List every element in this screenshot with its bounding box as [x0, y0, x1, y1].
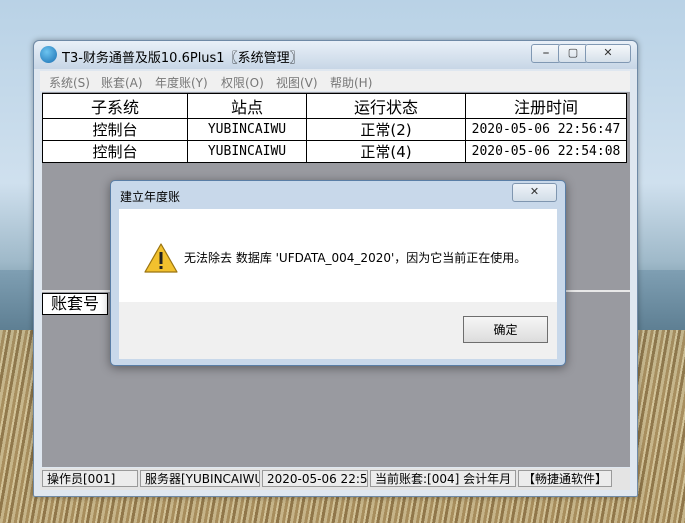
- column-header-subsystem: 子系统: [42, 93, 188, 119]
- status-bar: 操作员[001] 服务器[YUBINCAIWU] 2020-05-06 22:5…: [40, 468, 630, 490]
- status-datetime: 2020-05-06 22:58: [262, 470, 368, 487]
- cell-status: 正常(4): [306, 140, 466, 163]
- dialog-title: 建立年度账: [120, 190, 181, 204]
- title-bar[interactable]: T3-财务通普及版10.6Plus1〖系统管理〗 ⎯ ▢ ✕: [34, 41, 637, 69]
- column-header-site: 站点: [187, 93, 307, 119]
- dialog-close-button[interactable]: ✕: [512, 183, 557, 202]
- dialog-footer: 确定: [119, 302, 557, 359]
- menu-view[interactable]: 视图(V): [276, 74, 318, 91]
- table-row[interactable]: 控制台 YUBINCAIWU 正常(4) 2020-05-06 22:54:08: [42, 140, 627, 163]
- status-operator: 操作员[001]: [42, 470, 138, 487]
- menu-system[interactable]: 系统(S): [49, 74, 90, 91]
- cell-site: YUBINCAIWU: [187, 140, 307, 163]
- table-header-row: 子系统 站点 运行状态 注册时间: [42, 93, 627, 119]
- cell-subsystem: 控制台: [42, 140, 188, 163]
- status-current-account: 当前账套:[004] 会计年月: [370, 470, 516, 487]
- cell-subsystem: 控制台: [42, 118, 188, 141]
- account-number-header: 账套号: [42, 293, 108, 315]
- cell-status: 正常(2): [306, 118, 466, 141]
- dialog-body: 无法除去 数据库 'UFDATA_004_2020'，因为它当前正在使用。 确定: [119, 209, 557, 359]
- status-brand: 【畅捷通软件】: [518, 470, 612, 487]
- close-button[interactable]: ✕: [585, 44, 631, 63]
- menu-account[interactable]: 账套(A): [101, 74, 143, 91]
- maximize-button[interactable]: ▢: [558, 44, 588, 63]
- menu-permission[interactable]: 权限(O): [221, 74, 264, 91]
- menu-year-account[interactable]: 年度账(Y): [155, 74, 208, 91]
- error-dialog: 建立年度账 ✕ 无法除去 数据库 'UFDATA_004_2020'，因为它当前…: [110, 180, 566, 366]
- status-server: 服务器[YUBINCAIWU]: [140, 470, 260, 487]
- cell-site: YUBINCAIWU: [187, 118, 307, 141]
- column-header-register-time: 注册时间: [465, 93, 627, 119]
- table-row[interactable]: 控制台 YUBINCAIWU 正常(2) 2020-05-06 22:56:47: [42, 118, 627, 141]
- app-logo-icon: [40, 46, 57, 63]
- ok-button[interactable]: 确定: [463, 316, 548, 343]
- window-title: T3-财务通普及版10.6Plus1〖系统管理〗: [62, 51, 303, 66]
- subsystem-table: 子系统 站点 运行状态 注册时间 控制台 YUBINCAIWU 正常(2) 20…: [42, 93, 627, 163]
- column-header-status: 运行状态: [306, 93, 466, 119]
- dialog-message: 无法除去 数据库 'UFDATA_004_2020'，因为它当前正在使用。: [184, 251, 527, 265]
- menu-bar: 系统(S) 账套(A) 年度账(Y) 权限(O) 视图(V) 帮助(H): [40, 71, 630, 91]
- warning-icon: [144, 243, 178, 273]
- cell-register-time: 2020-05-06 22:56:47: [465, 118, 627, 141]
- minimize-button[interactable]: ⎯: [531, 44, 561, 63]
- menu-help[interactable]: 帮助(H): [330, 74, 372, 91]
- cell-register-time: 2020-05-06 22:54:08: [465, 140, 627, 163]
